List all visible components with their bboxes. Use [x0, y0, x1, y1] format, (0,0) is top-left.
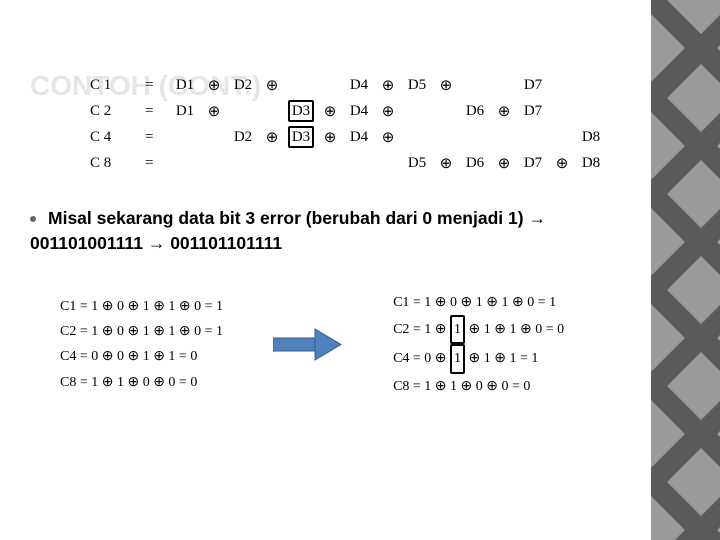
check-bit-spec: C 1 = D1 ⊕ D2 ⊕ D4 ⊕ D5 ⊕ D7 C 2 = D1 ⊕ … [90, 72, 611, 176]
calc-after: C1 = 1 ⊕ 0 ⊕ 1 ⊕ 1 ⊕ 0 = 1 C2 = 1 ⊕ 1 ⊕ … [393, 290, 564, 399]
circled-d3: D3 [288, 126, 314, 148]
circled-bit: 1 [450, 315, 465, 344]
calc-before: C1 = 1 ⊕ 0 ⊕ 1 ⊕ 1 ⊕ 0 = 1 C2 = 1 ⊕ 0 ⊕ … [60, 294, 223, 395]
circled-d3: D3 [288, 100, 314, 122]
bullet-icon [30, 216, 36, 222]
circled-bit: 1 [450, 344, 465, 373]
arrow-icon [273, 327, 343, 362]
c2-label: C 2 [90, 103, 145, 120]
c8-label: C 8 [90, 155, 145, 172]
explanation-bullet: Misal sekarang data bit 3 error (berubah… [30, 206, 611, 255]
side-pattern [651, 0, 720, 540]
c1-label: C 1 [90, 77, 145, 94]
c4-label: C 4 [90, 129, 145, 146]
